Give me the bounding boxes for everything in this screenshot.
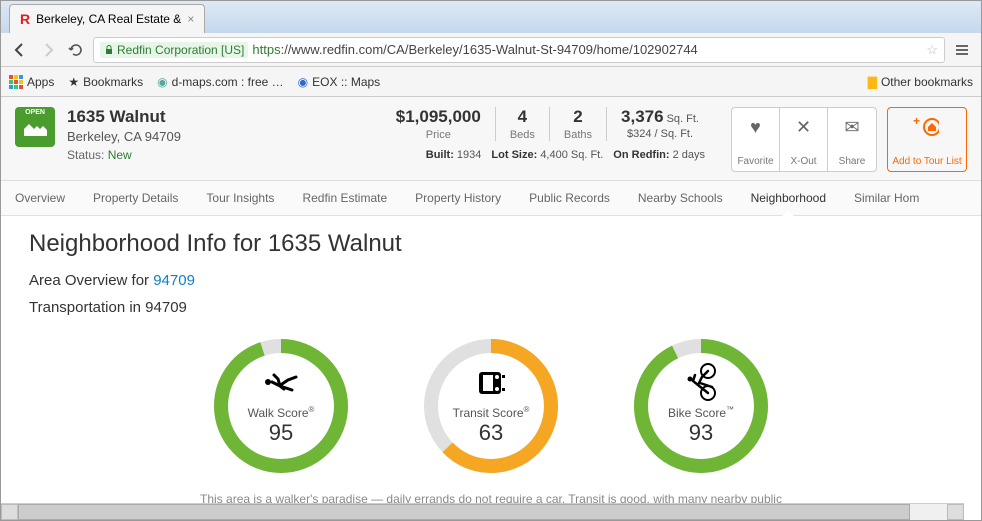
transit-value: 63	[479, 420, 503, 446]
page-scroll[interactable]: 1635 Walnut Berkeley, CA 94709 Status: N…	[1, 97, 981, 520]
property-header: 1635 Walnut Berkeley, CA 94709 Status: N…	[1, 97, 981, 181]
bookmark-dmaps[interactable]: ◉ d-maps.com : free …	[157, 75, 284, 89]
houses-icon	[22, 119, 48, 142]
transit-score-ring: Transit Score® 63	[421, 336, 561, 476]
address-block: 1635 Walnut Berkeley, CA 94709 Status: N…	[67, 107, 181, 162]
scroll-right-button[interactable]	[947, 504, 964, 520]
tab-details[interactable]: Property Details	[93, 181, 178, 215]
tab-overview[interactable]: Overview	[15, 181, 65, 215]
folder-icon: ▇	[868, 75, 877, 89]
tab-bar: R Berkeley, CA Real Estate & ×	[1, 1, 981, 33]
browser-tab[interactable]: R Berkeley, CA Real Estate & ×	[9, 4, 205, 33]
subnav: Overview Property Details Tour Insights …	[1, 181, 981, 216]
page-title: Neighborhood Info for 1635 Walnut	[29, 230, 953, 258]
address-street: 1635 Walnut	[67, 107, 181, 127]
scroll-thumb[interactable]	[18, 504, 910, 520]
address-city: Berkeley, CA 94709	[67, 129, 181, 144]
bookmark-bar: Apps ★ Bookmarks ◉ d-maps.com : free … ◉…	[1, 67, 981, 97]
scores: Walk Score® 95	[29, 336, 953, 476]
action-group: ♥ Favorite ✕ X-Out ✉ Share	[731, 107, 877, 172]
eye-icon: ◉	[298, 75, 308, 89]
tab-close-icon[interactable]: ×	[187, 12, 194, 26]
other-bookmarks[interactable]: ▇ Other bookmarks	[868, 75, 973, 89]
open-house-badge[interactable]	[15, 107, 55, 147]
reload-button[interactable]	[65, 39, 87, 61]
tab-records[interactable]: Public Records	[529, 181, 610, 215]
area-overview-heading: Area Overview for 94709	[29, 272, 953, 289]
bookmark-star-icon[interactable]: ☆	[926, 42, 938, 58]
bus-icon	[475, 367, 507, 403]
mail-icon: ✉	[844, 116, 859, 138]
forward-button[interactable]	[37, 39, 59, 61]
bike-score-ring: Bike Score™ 93	[631, 336, 771, 476]
ssl-badge: Redfin Corporation [US]	[100, 42, 248, 58]
nav-bar: Redfin Corporation [US] https://www.redf…	[1, 33, 981, 67]
apps-icon	[9, 75, 23, 89]
bookmark-bookmarks[interactable]: ★ Bookmarks	[68, 75, 143, 89]
bookmark-eox[interactable]: ◉ EOX :: Maps	[298, 75, 381, 89]
bike-value: 93	[689, 420, 713, 446]
tab-neighborhood[interactable]: Neighborhood	[751, 181, 826, 215]
url-text: https://www.redfin.com/CA/Berkeley/1635-…	[252, 42, 697, 57]
share-button[interactable]: ✉ Share	[828, 108, 876, 171]
heart-icon: ♥	[750, 116, 761, 138]
zip-link[interactable]: 94709	[153, 272, 195, 289]
stats-block: $1,095,000 Price 4 Beds 2 Baths 3,376S	[382, 107, 705, 161]
tour-icon: +	[915, 116, 939, 138]
ssl-org: Redfin Corporation [US]	[117, 43, 244, 57]
tab-schools[interactable]: Nearby Schools	[638, 181, 723, 215]
actions: ♥ Favorite ✕ X-Out ✉ Share	[731, 107, 967, 172]
xout-button[interactable]: ✕ X-Out	[780, 108, 828, 171]
walk-value: 95	[269, 420, 293, 446]
tab-estimate[interactable]: Redfin Estimate	[302, 181, 387, 215]
status-line: Status: New	[67, 148, 181, 162]
url-bar[interactable]: Redfin Corporation [US] https://www.redf…	[93, 37, 945, 63]
apps-label: Apps	[27, 75, 54, 89]
stat-beds: 4 Beds	[496, 107, 550, 141]
scroll-left-button[interactable]	[1, 504, 18, 520]
tab-similar[interactable]: Similar Hom	[854, 181, 919, 215]
lock-icon	[104, 45, 114, 55]
stat-price: $1,095,000 Price	[382, 107, 496, 141]
stat-sqft: 3,376Sq. Ft. $324 / Sq. Ft.	[607, 107, 705, 140]
back-button[interactable]	[9, 39, 31, 61]
walk-icon	[266, 367, 296, 403]
stat-baths: 2 Baths	[550, 107, 607, 141]
horizontal-scrollbar[interactable]	[1, 503, 964, 520]
globe-icon: ◉	[157, 75, 167, 89]
x-icon: ✕	[796, 116, 811, 138]
tab-insights[interactable]: Tour Insights	[206, 181, 274, 215]
bike-icon	[682, 367, 720, 403]
bike-label: Bike Score™	[668, 405, 734, 420]
star-icon: ★	[68, 75, 79, 89]
meta-row: Built: 1934 Lot Size: 4,400 Sq. Ft. On R…	[426, 149, 705, 161]
stats-row: $1,095,000 Price 4 Beds 2 Baths 3,376S	[382, 107, 705, 141]
content: Neighborhood Info for 1635 Walnut Area O…	[1, 216, 981, 520]
transit-label: Transit Score®	[453, 405, 530, 420]
walk-label: Walk Score®	[248, 405, 315, 420]
walk-score-ring: Walk Score® 95	[211, 336, 351, 476]
redfin-favicon: R	[20, 11, 30, 27]
tab-history[interactable]: Property History	[415, 181, 501, 215]
scroll-track[interactable]	[18, 504, 947, 520]
browser-window: R Berkeley, CA Real Estate & × Redfin Co…	[0, 0, 982, 521]
apps-button[interactable]: Apps	[9, 75, 54, 89]
menu-button[interactable]	[951, 39, 973, 61]
tab-title: Berkeley, CA Real Estate &	[36, 12, 181, 26]
page-viewport: 1635 Walnut Berkeley, CA 94709 Status: N…	[1, 97, 981, 520]
add-tour-button[interactable]: + Add to Tour List	[887, 107, 967, 172]
transportation-heading: Transportation in 94709	[29, 299, 953, 316]
favorite-button[interactable]: ♥ Favorite	[732, 108, 780, 171]
